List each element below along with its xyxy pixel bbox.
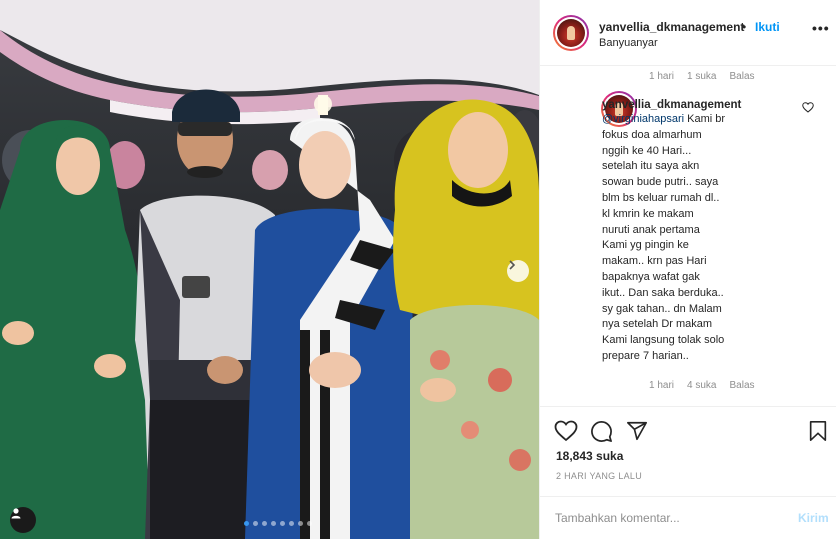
comment-line: ikut.. Dan saka berduka.. [602,286,724,299]
comment-line: sy gak tahan.. dn Malam [602,302,722,315]
comment-line: kl kmrin ke makam [602,207,694,220]
comment-likes[interactable]: 4 suka [687,380,716,391]
comment-reply-button[interactable]: Balas [729,380,754,391]
post-header: yanvellia_dkmanagement • Ikuti Banyuanya… [540,0,836,66]
comment: yanvellia_dkmanagement @virginiahapsari … [602,98,812,365]
comment-line: nya setelah Dr makam [602,318,713,331]
carousel-dot [262,521,267,526]
post-timestamp: 2 HARI YANG LALU [556,471,642,481]
comment-line: bapaknya wafat gak [602,270,700,283]
comment-meta-row: 1 hari 4 suka Balas [649,380,755,391]
comment-line: Kami langsung tolak solo [602,334,725,347]
carousel-dot [244,521,249,526]
post-location[interactable]: Banyuanyar [599,37,658,49]
comment-line: setelah itu saya akn [602,160,700,173]
comment-line: sowan bude putri.. saya [602,176,719,189]
carousel-dots [244,521,312,526]
carousel-dot [253,521,258,526]
carousel-dot [271,521,276,526]
user-icon [11,508,21,519]
comment-input[interactable] [555,507,785,529]
bookmark-icon[interactable] [808,420,828,442]
comment-line: prepare 7 harian.. [602,349,689,362]
comment-age: 1 hari [649,380,675,391]
comment-line: makam.. krn pas Hari [602,255,707,268]
comment-line: fokus doa almarhum [602,128,702,141]
carousel-next-button[interactable] [507,260,529,282]
comment-line: nggih ke 40 Hari... [602,144,692,157]
chevron-right-icon [509,260,516,270]
heart-icon[interactable] [554,420,578,442]
carousel-dot [307,521,312,526]
separator-dot: • [742,20,747,34]
comment-composer: Kirim [540,496,836,539]
more-options-icon[interactable]: ••• [812,20,830,36]
post-comment-button[interactable]: Kirim [798,511,829,525]
carousel-dot [298,521,303,526]
caption-likes[interactable]: 1 suka [687,71,716,82]
avatar-image [557,19,585,47]
post-side-panel: yanvellia_dkmanagement • Ikuti Banyuanya… [539,0,836,539]
photo-scene [0,0,539,539]
comment-line: @virginiahapsari Kami br [602,112,812,128]
send-icon[interactable] [626,420,648,442]
comment-line: Kami yg pingin ke [602,239,689,252]
caption-meta-row: 1 hari 1 suka Balas [649,71,755,82]
like-count[interactable]: 18,843 suka [556,449,623,463]
comment-icon[interactable] [590,420,613,443]
comment-text: Kami br [684,113,726,125]
caption-age: 1 hari [649,71,675,82]
caption-reply-button[interactable]: Balas [729,71,754,82]
carousel-dot [289,521,294,526]
comment-username[interactable]: yanvellia_dkmanagement [602,98,812,112]
carousel-dot [280,521,285,526]
avatar[interactable] [553,15,589,51]
tagged-users-button[interactable] [10,507,36,533]
post-photo[interactable] [0,0,539,539]
author-username[interactable]: yanvellia_dkmanagement [599,20,744,34]
follow-button[interactable]: Ikuti [755,20,780,34]
comment-mention[interactable]: @virginiahapsari [602,113,684,125]
comment-line: nuruti anak pertama [602,223,700,236]
comment-line: blm bs keluar rumah dl.. [602,191,720,204]
